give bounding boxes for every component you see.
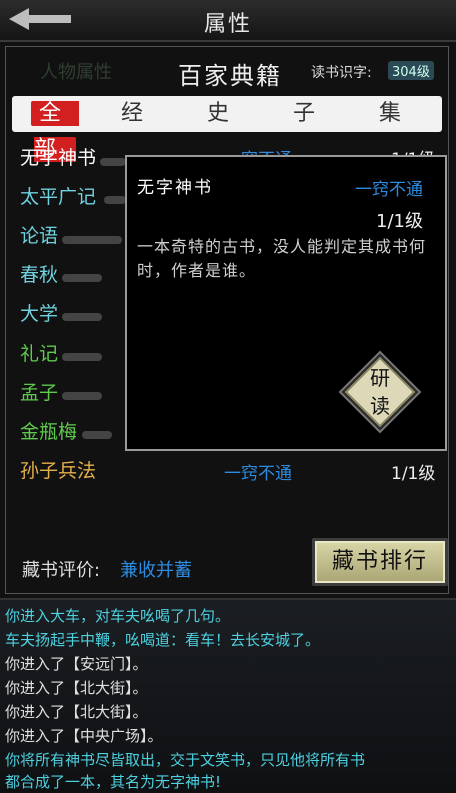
book-item[interactable]: 论语 — [20, 221, 58, 248]
ghost-tab-label: 人物属性 — [40, 62, 112, 83]
book-item[interactable]: 太平广记 — [20, 182, 96, 209]
book-item[interactable]: 孙子兵法 — [20, 456, 96, 483]
read-button-char: 研 — [370, 366, 390, 390]
book-item[interactable]: 孟子 — [20, 378, 58, 405]
log-line: 你进入大车，对车夫吆喝了几句。 — [5, 607, 231, 625]
tab-classics[interactable]: 经 — [98, 96, 184, 132]
message-log: 你进入大车，对车夫吆喝了几句。 车夫扬起手中鞭，吆喝道：看车！去长安城了。 你进… — [0, 598, 456, 793]
book-grade: 一窍不通 — [224, 464, 292, 484]
book-item[interactable]: 大学 — [20, 299, 58, 326]
reading-skill-label: 读书识字: — [311, 65, 372, 81]
category-tabs: 全 部 经 史 子 集 — [12, 96, 442, 162]
tab-collections[interactable]: 集 — [356, 96, 442, 132]
tab-all[interactable]: 全 部 — [12, 96, 98, 162]
log-line: 你进入了【中央广场】。 — [5, 727, 163, 745]
progress-bar — [62, 392, 102, 400]
popup-level: 1/1级 — [376, 211, 423, 232]
tab-history[interactable]: 史 — [184, 96, 270, 132]
book-item[interactable]: 礼记 — [20, 339, 58, 366]
popup-book-title: 无字神书 — [137, 178, 213, 198]
library-title: 百家典籍 — [178, 62, 282, 90]
tab-philosophers[interactable]: 子 — [270, 96, 356, 132]
log-line: 你进入了【北大街】。 — [5, 679, 148, 697]
read-button-char: 读 — [370, 394, 390, 418]
book-item[interactable]: 春秋 — [20, 260, 58, 287]
collection-evaluation-label: 藏书评价: — [22, 560, 101, 581]
log-line: 你进入了【北大街】。 — [5, 703, 148, 721]
progress-bar — [62, 313, 102, 321]
log-line: 都合成了一本，其名为无字神书! — [5, 773, 222, 791]
reading-skill-value: 304级 — [388, 61, 434, 80]
progress-bar — [62, 274, 102, 282]
progress-bar — [104, 196, 126, 204]
progress-bar — [62, 236, 122, 244]
popup-grade: 一窍不通 — [355, 180, 423, 200]
book-item[interactable]: 无字神书 — [20, 143, 96, 170]
read-button[interactable]: 研 读 — [338, 350, 422, 434]
log-line: 你将所有神书尽皆取出，交于文笑书，只见他将所有书 — [5, 751, 366, 769]
page-title: 属性 — [203, 12, 252, 37]
progress-bar — [62, 353, 102, 361]
popup-description: 一本奇特的古书，没人能判定其成书何时，作者是谁。 — [137, 237, 427, 280]
progress-bar — [100, 158, 126, 166]
top-bar: 属性 — [0, 0, 456, 41]
book-level: 1/1级 — [391, 464, 436, 484]
collection-evaluation-value: 兼收并蓄 — [120, 560, 192, 581]
log-line: 车夫扬起手中鞭，吆喝道：看车！去长安城了。 — [5, 631, 321, 649]
progress-bar — [82, 431, 112, 439]
collection-rank-button[interactable]: 藏书排行 — [312, 538, 448, 586]
book-item[interactable]: 金瓶梅 — [20, 417, 77, 444]
log-line: 你进入了【安远门】。 — [5, 655, 148, 673]
